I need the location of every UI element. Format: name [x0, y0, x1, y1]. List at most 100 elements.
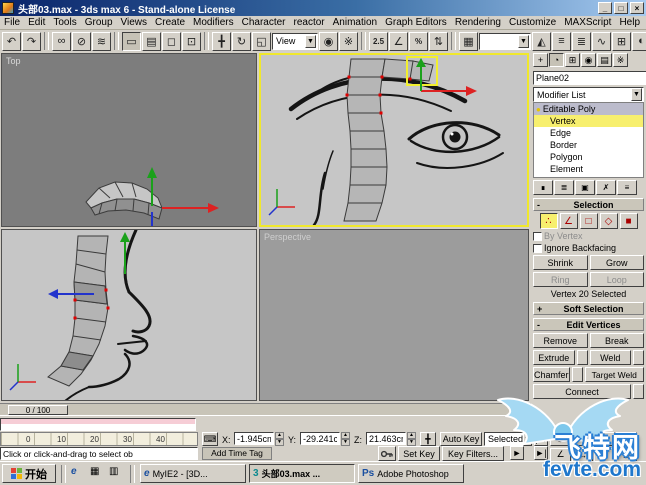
align-icon[interactable]: ≡: [552, 31, 571, 51]
go-to-end-icon[interactable]: ►|: [534, 446, 548, 460]
quicklaunch-media-icon[interactable]: ▥: [109, 466, 125, 482]
rollout-selection[interactable]: - Selection: [533, 198, 644, 211]
subobject-edge-icon[interactable]: ∠: [559, 213, 578, 229]
menu-modifiers[interactable]: Modifiers: [189, 17, 238, 28]
zoom-extents-all-icon[interactable]: ◰: [616, 432, 637, 446]
menu-customize[interactable]: Customize: [505, 17, 560, 28]
x-coord-field[interactable]: [234, 432, 274, 445]
menu-character[interactable]: Character: [238, 17, 290, 28]
remove-modifier-icon[interactable]: ✗: [596, 180, 616, 195]
viewport-label-top[interactable]: Top: [6, 56, 21, 66]
subobject-element-icon[interactable]: ■: [619, 213, 638, 229]
listener-line[interactable]: [1, 424, 195, 430]
task-button-3dsmax[interactable]: 3 头部03.max ...: [249, 464, 355, 483]
z-coord-field[interactable]: [366, 432, 406, 445]
viewport-left[interactable]: [1, 229, 257, 401]
menu-rendering[interactable]: Rendering: [451, 17, 505, 28]
menu-reactor[interactable]: reactor: [290, 17, 329, 28]
rollout-soft-selection[interactable]: + Soft Selection: [533, 302, 644, 315]
task-button-myie2[interactable]: e MyIE2 - [3D...: [140, 464, 246, 483]
reference-coordinate-dropdown[interactable]: View ▼: [272, 32, 318, 50]
menu-tools[interactable]: Tools: [49, 17, 80, 28]
remove-button[interactable]: Remove: [533, 333, 588, 348]
x-coord-spinner[interactable]: ▲ ▼: [275, 432, 284, 446]
viewport-label-perspective[interactable]: Perspective: [264, 232, 311, 242]
show-end-result-icon[interactable]: ≣: [554, 180, 574, 195]
select-object-icon[interactable]: ▭: [122, 31, 141, 51]
spinner-snap-icon[interactable]: ⇅: [429, 31, 448, 51]
use-center-icon[interactable]: ◉: [319, 31, 338, 51]
stack-item-edge[interactable]: Edge: [534, 127, 643, 139]
select-and-manipulate-icon[interactable]: ※: [339, 31, 358, 51]
loop-button[interactable]: Loop: [589, 272, 644, 287]
zoom-icon[interactable]: ⊕: [550, 432, 571, 446]
object-name-field[interactable]: [533, 70, 646, 85]
chevron-down-icon[interactable]: ▼: [631, 88, 642, 101]
y-coord-spinner[interactable]: ▲ ▼: [341, 432, 350, 446]
weld-button[interactable]: Weld: [589, 350, 631, 365]
field-of-view-icon[interactable]: ∠: [550, 447, 571, 462]
play-animation-icon[interactable]: ►: [510, 446, 524, 460]
key-mode-dropdown[interactable]: Selected ▼: [484, 432, 532, 446]
tab-hierarchy-icon[interactable]: ⊞: [565, 53, 580, 67]
by-vertex-checkbox[interactable]: [533, 231, 542, 241]
tab-create-icon[interactable]: +: [533, 53, 548, 67]
select-and-rotate-icon[interactable]: ↻: [232, 31, 251, 51]
time-slider-track[interactable]: 0 / 100: [0, 403, 531, 416]
subobject-polygon-icon[interactable]: ◇: [599, 213, 618, 229]
auto-key-button[interactable]: Auto Key: [440, 432, 482, 446]
bind-to-spacewarp-icon[interactable]: ≋: [92, 31, 111, 51]
break-button[interactable]: Break: [589, 333, 644, 348]
angle-snap-icon[interactable]: ∠: [389, 31, 408, 51]
stack-item-polygon[interactable]: Polygon: [534, 151, 643, 163]
menu-file[interactable]: File: [0, 17, 24, 28]
close-button[interactable]: ×: [630, 2, 644, 14]
connect-button[interactable]: Connect: [533, 384, 631, 399]
stack-item-vertex[interactable]: Vertex: [534, 115, 643, 127]
schematic-view-icon[interactable]: ⊞: [612, 31, 631, 51]
target-weld-button[interactable]: Target Weld: [584, 367, 644, 382]
selection-region-icon[interactable]: ◻: [162, 31, 181, 51]
stack-item-border[interactable]: Border: [534, 139, 643, 151]
pin-stack-icon[interactable]: ∎: [533, 180, 553, 195]
layer-manager-icon[interactable]: ≣: [572, 31, 591, 51]
curve-editor-icon[interactable]: ∿: [592, 31, 611, 51]
extrude-button[interactable]: Extrude: [533, 350, 575, 365]
undo-icon[interactable]: ↶: [2, 31, 21, 51]
set-keys-key-icon[interactable]: [378, 446, 396, 461]
ignore-backfacing-checkbox[interactable]: [533, 243, 542, 253]
window-crossing-icon[interactable]: ⊡: [182, 31, 201, 51]
quicklaunch-desktop-icon[interactable]: ▦: [90, 466, 106, 482]
weld-settings-button[interactable]: [633, 350, 644, 365]
key-filters-button[interactable]: Key Filters...: [442, 446, 504, 461]
connect-settings-button[interactable]: [633, 384, 644, 399]
menu-create[interactable]: Create: [151, 17, 189, 28]
chevron-down-icon[interactable]: ▼: [305, 34, 316, 48]
viewport-perspective[interactable]: Perspective: [259, 229, 529, 401]
viewport-front-active[interactable]: [259, 53, 529, 227]
select-and-link-icon[interactable]: ∞: [52, 31, 71, 51]
stack-item-editable-poly[interactable]: ● Editable Poly: [534, 103, 643, 115]
modifier-bulb-icon[interactable]: ●: [536, 105, 541, 114]
task-button-photoshop[interactable]: Ps Adobe Photoshop: [358, 464, 464, 483]
chevron-down-icon[interactable]: ▼: [518, 34, 529, 48]
go-to-start-icon[interactable]: |◄: [534, 432, 548, 446]
ring-button[interactable]: Ring: [533, 272, 588, 287]
tab-motion-icon[interactable]: ◉: [581, 53, 596, 67]
rollout-edit-vertices[interactable]: - Edit Vertices: [533, 318, 644, 331]
chamfer-settings-button[interactable]: [571, 367, 583, 382]
select-and-scale-icon[interactable]: ◱: [252, 31, 271, 51]
pan-icon[interactable]: ↔: [572, 447, 593, 462]
modifier-list-dropdown[interactable]: Modifier List ▼: [533, 87, 644, 102]
tab-modify-icon[interactable]: ◔: [549, 53, 564, 67]
set-key-button[interactable]: Set Key: [398, 446, 440, 461]
time-slider-handle[interactable]: 0 / 100: [8, 405, 68, 415]
maximize-button[interactable]: □: [614, 2, 628, 14]
menu-maxscript[interactable]: MAXScript: [560, 17, 615, 28]
unlink-selection-icon[interactable]: ⊘: [72, 31, 91, 51]
track-bar[interactable]: 0 10 20 30 40: [0, 432, 198, 446]
zoom-extents-icon[interactable]: ◱: [594, 432, 615, 446]
absolute-offset-toggle-icon[interactable]: ╋: [420, 432, 436, 446]
mirror-icon[interactable]: ◭: [532, 31, 551, 51]
start-button[interactable]: 开始: [2, 464, 56, 483]
